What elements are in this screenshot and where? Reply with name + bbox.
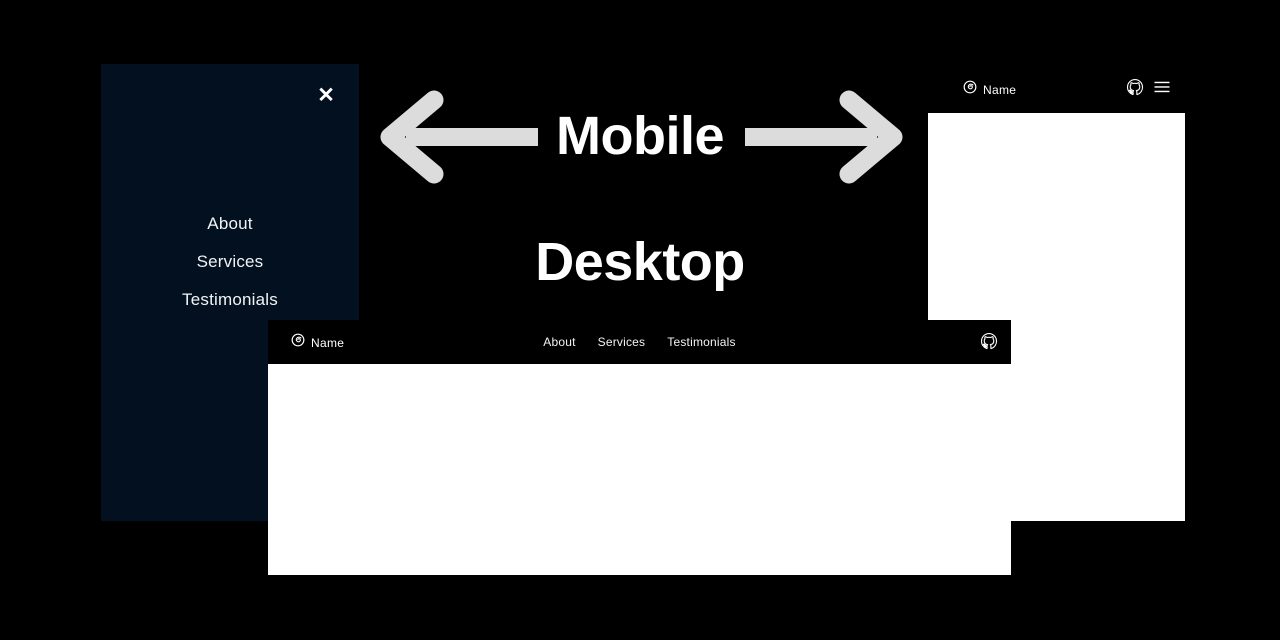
mobile-nav-item-about[interactable]: About [101, 205, 359, 243]
desktop-nav-list: About Services Testimonials [268, 320, 1011, 364]
desktop-nav-item-about[interactable]: About [543, 335, 575, 349]
mobile-nav-item-testimonials[interactable]: Testimonials [101, 281, 359, 319]
mobile-nav-item-services[interactable]: Services [101, 243, 359, 281]
annotation-mobile-label: Mobile [556, 106, 725, 166]
mobile-brand-label: Name [983, 82, 1017, 97]
desktop-viewport-navbar: Name About Services Testimonials [268, 320, 1011, 364]
close-icon[interactable]: ✕ [313, 83, 339, 109]
desktop-nav-item-services[interactable]: Services [598, 335, 646, 349]
github-icon[interactable] [1126, 78, 1144, 96]
canvas-root: ✕ About Services Testimonials Name Name … [0, 0, 1280, 640]
hamburger-menu-icon[interactable] [1152, 78, 1172, 96]
annotation-desktop-label: Desktop [535, 232, 745, 292]
swirl-logo-icon [963, 80, 977, 99]
mobile-brand-logo[interactable]: Name [963, 80, 1016, 99]
github-icon[interactable] [980, 332, 998, 350]
mobile-navbar-actions [1126, 78, 1172, 96]
arrow-left-icon [368, 90, 538, 190]
mobile-drawer-nav-list: About Services Testimonials [101, 205, 359, 319]
desktop-nav-item-testimonials[interactable]: Testimonials [667, 335, 735, 349]
mobile-viewport-navbar: Name [928, 64, 1185, 113]
mobile-navbar-inner: Name [928, 64, 1185, 113]
arrow-right-icon [745, 90, 915, 190]
